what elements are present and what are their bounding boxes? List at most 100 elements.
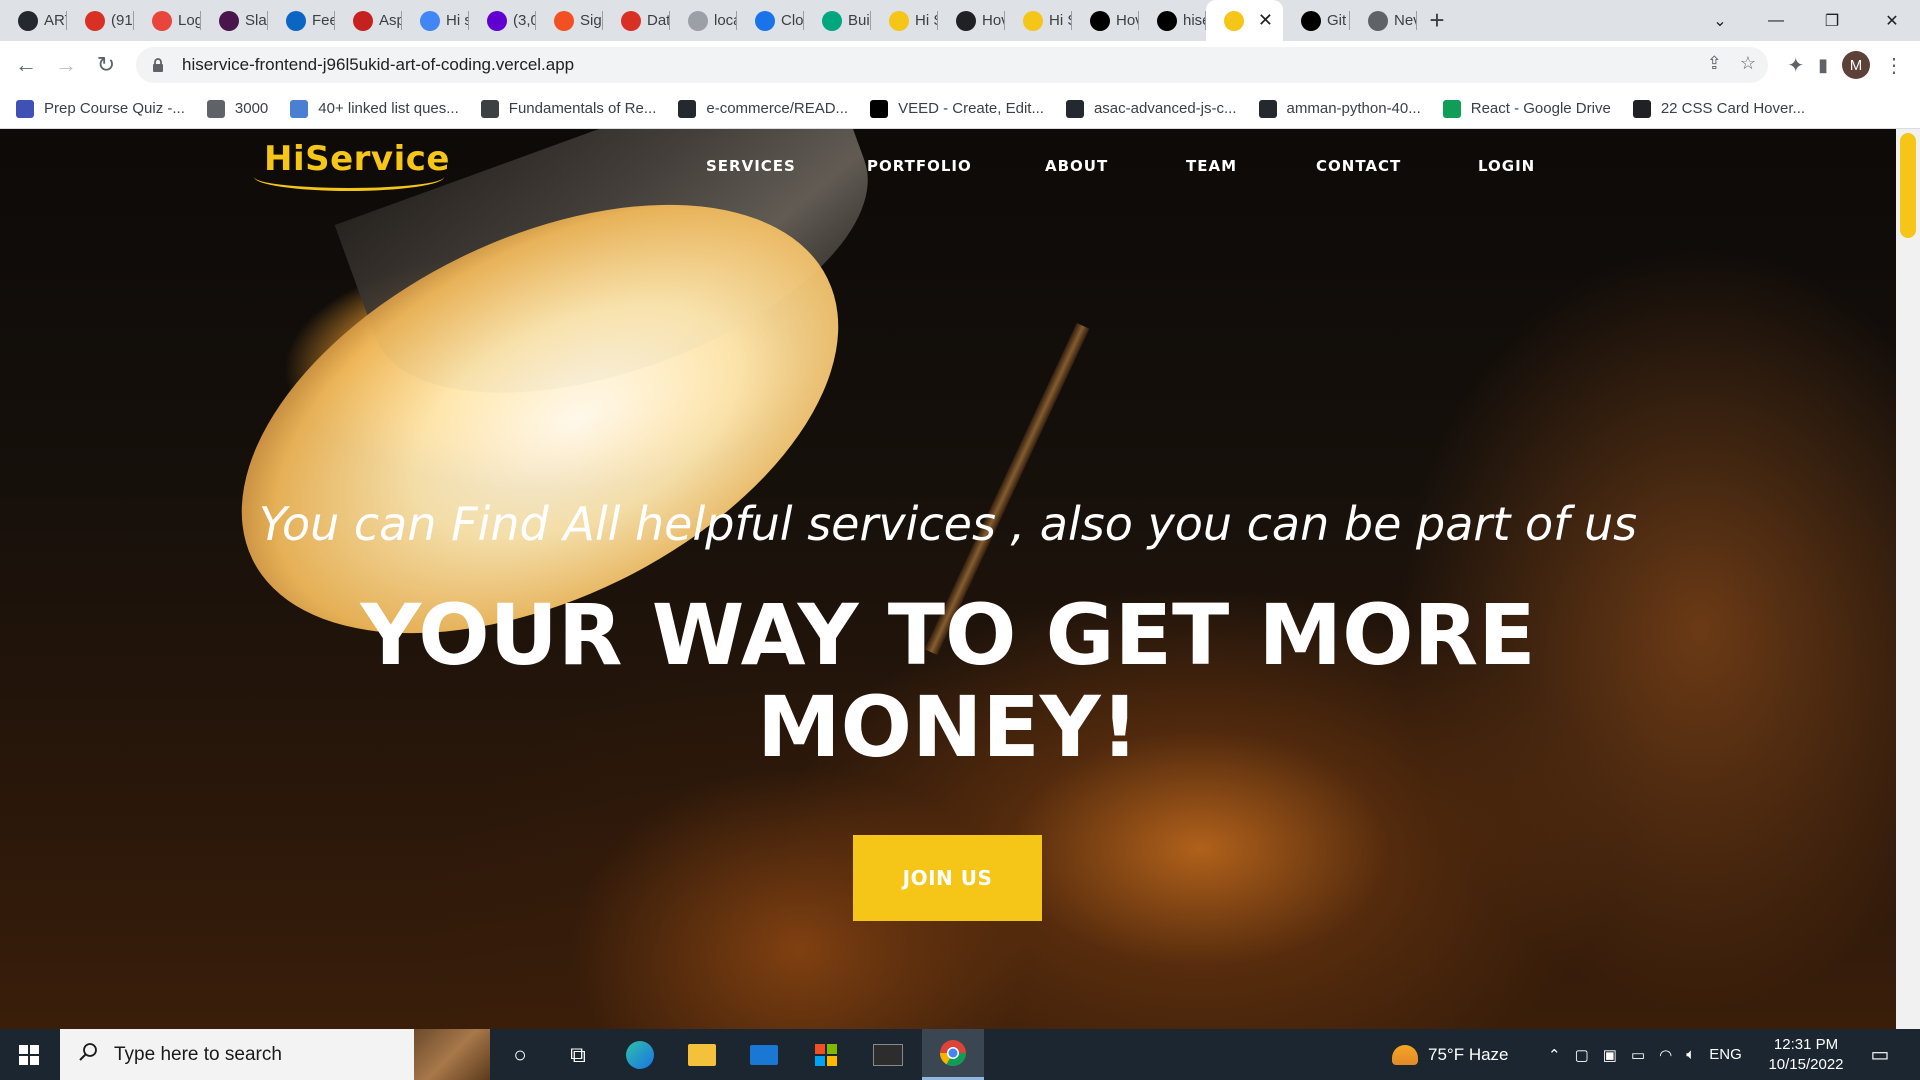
bookmark-label: React - Google Drive: [1470, 100, 1611, 117]
close-tab-icon[interactable]: ✕: [1258, 10, 1273, 31]
browser-tab[interactable]: Asp: [335, 0, 402, 41]
browser-tab[interactable]: ART: [0, 0, 67, 41]
nav-portfolio[interactable]: PORTFOLIO: [867, 157, 972, 175]
browser-tab[interactable]: Hi S: [1005, 0, 1072, 41]
drive-icon: [1442, 99, 1461, 118]
volume-icon[interactable]: 🔈︎: [1686, 1046, 1695, 1063]
browser-tab[interactable]: Log: [134, 0, 201, 41]
page-scrollbar[interactable]: [1896, 129, 1920, 1029]
site-logo[interactable]: HiService: [264, 139, 450, 179]
browser-tab[interactable]: Hi S: [871, 0, 938, 41]
bookmark-item[interactable]: e-commerce/READ...: [678, 99, 848, 118]
forward-icon[interactable]: →: [46, 45, 86, 85]
extensions-icon[interactable]: ✦: [1787, 53, 1804, 78]
browser-tab[interactable]: (3,0: [469, 0, 536, 41]
task-view-icon[interactable]: ⧉: [550, 1029, 606, 1080]
nav-contact[interactable]: CONTACT: [1316, 157, 1401, 175]
diamond-icon: [290, 99, 309, 118]
weather-text: 75°F Haze: [1428, 1044, 1509, 1064]
mail-icon[interactable]: [736, 1029, 792, 1080]
bookmark-item[interactable]: Fundamentals of Re...: [480, 99, 657, 118]
browser-tab[interactable]: hise: [1139, 0, 1206, 41]
share-icon[interactable]: ⇪: [1707, 53, 1722, 74]
bookmark-item[interactable]: Prep Course Quiz -...: [16, 99, 185, 118]
omnibox[interactable]: hiservice-frontend-j96l5ukid-art-of-codi…: [136, 47, 1768, 83]
browser-tab[interactable]: Sign: [536, 0, 603, 41]
nav-services[interactable]: SERVICES: [706, 157, 796, 175]
linkedin-icon: [286, 10, 306, 31]
tab-search-icon[interactable]: ⌄: [1692, 0, 1748, 41]
browser-tab[interactable]: Buil: [804, 0, 871, 41]
page-viewport: HiService SERVICES PORTFOLIO ABOUT TEAM …: [0, 129, 1896, 1029]
url-text[interactable]: hiservice-frontend-j96l5ukid-art-of-codi…: [182, 55, 574, 75]
browser-tab[interactable]: Fee: [268, 0, 335, 41]
github-icon: [1258, 99, 1277, 118]
tab-title: Hi S: [1049, 12, 1072, 29]
notifications-icon[interactable]: ▭: [1850, 1029, 1910, 1080]
tab-title: Slac: [245, 12, 268, 29]
tab-title: Fee: [312, 12, 335, 29]
bookmark-label: 3000: [234, 100, 269, 117]
menu-icon[interactable]: ⋮: [1884, 53, 1904, 78]
terminal-icon[interactable]: [860, 1029, 916, 1080]
file-explorer-icon[interactable]: [674, 1029, 730, 1080]
bookmark-item[interactable]: React - Google Drive: [1442, 99, 1611, 118]
bookmark-item[interactable]: 40+ linked list ques...: [290, 99, 459, 118]
cortana-icon[interactable]: ○: [492, 1029, 548, 1080]
slack-icon: [219, 10, 239, 31]
bookmark-item[interactable]: 22 CSS Card Hover...: [1632, 99, 1805, 118]
new-tab-button[interactable]: +: [1417, 0, 1457, 41]
bookmark-item[interactable]: amman-python-40...: [1258, 99, 1421, 118]
meet-icon[interactable]: ▢: [1575, 1046, 1589, 1064]
profile-avatar[interactable]: M: [1842, 51, 1870, 79]
battery-icon[interactable]: ▭: [1631, 1046, 1645, 1064]
windows-start-icon[interactable]: [0, 1029, 58, 1080]
restore-icon[interactable]: ❐: [1804, 0, 1860, 41]
nav-team[interactable]: TEAM: [1186, 157, 1237, 175]
network-adapter-icon[interactable]: ▣: [1603, 1046, 1617, 1064]
browser-tab[interactable]: (91): [67, 0, 134, 41]
weather-widget[interactable]: 75°F Haze: [1392, 1029, 1509, 1080]
tab-title: Clo: [781, 12, 804, 29]
search-icon: [78, 1042, 98, 1067]
browser-tab[interactable]: ✕: [1206, 0, 1283, 41]
tab-title: loca: [714, 12, 737, 29]
clock[interactable]: 12:31 PM 10/15/2022: [1758, 1035, 1854, 1075]
browser-tab[interactable]: Slac: [201, 0, 268, 41]
taskbar-search-box[interactable]: Type here to search: [60, 1029, 490, 1080]
browser-tab[interactable]: Hov: [938, 0, 1005, 41]
bookmark-label: amman-python-40...: [1286, 100, 1421, 117]
browser-tab[interactable]: Hov: [1072, 0, 1139, 41]
scrollbar-thumb[interactable]: [1900, 133, 1916, 238]
chrome-icon: [1368, 10, 1388, 31]
join-us-button[interactable]: JOIN US: [853, 835, 1042, 921]
bookmark-item[interactable]: VEED - Create, Edit...: [870, 99, 1044, 118]
bookmark-star-icon[interactable]: ☆: [1740, 53, 1756, 74]
close-window-icon[interactable]: ✕: [1864, 0, 1920, 41]
chrome-taskbar-icon[interactable]: [922, 1029, 984, 1080]
browser-tab[interactable]: Hi s: [402, 0, 469, 41]
bookmarks-bar: Prep Course Quiz -... 3000 40+ linked list…: [0, 89, 1920, 129]
show-hidden-icons[interactable]: ⌃: [1548, 1046, 1561, 1064]
browser-tab[interactable]: Dat: [603, 0, 670, 41]
side-panel-icon[interactable]: ▮: [1818, 55, 1828, 76]
bookmark-label: Fundamentals of Re...: [508, 100, 657, 117]
back-icon[interactable]: ←: [6, 45, 46, 85]
browser-tab[interactable]: Git: [1283, 0, 1350, 41]
store-icon[interactable]: [798, 1029, 854, 1080]
browser-tab[interactable]: loca: [670, 0, 737, 41]
edge-icon[interactable]: [612, 1029, 668, 1080]
lock-icon[interactable]: [150, 57, 166, 73]
bookmark-item[interactable]: asac-advanced-js-c...: [1065, 99, 1237, 118]
wifi-icon[interactable]: ◠: [1659, 1046, 1672, 1064]
nav-login[interactable]: LOGIN: [1478, 157, 1535, 175]
browser-tab[interactable]: Clo: [737, 0, 804, 41]
nav-about[interactable]: ABOUT: [1045, 157, 1108, 175]
minimize-icon[interactable]: —: [1748, 0, 1804, 41]
reload-icon[interactable]: ↻: [86, 45, 126, 85]
language-indicator[interactable]: ENG: [1709, 1046, 1742, 1063]
bookmark-item[interactable]: 3000: [206, 99, 269, 118]
vercel-icon: [1301, 10, 1321, 31]
browser-tab[interactable]: Nev: [1350, 0, 1417, 41]
tab-title: (3,0: [513, 12, 536, 29]
